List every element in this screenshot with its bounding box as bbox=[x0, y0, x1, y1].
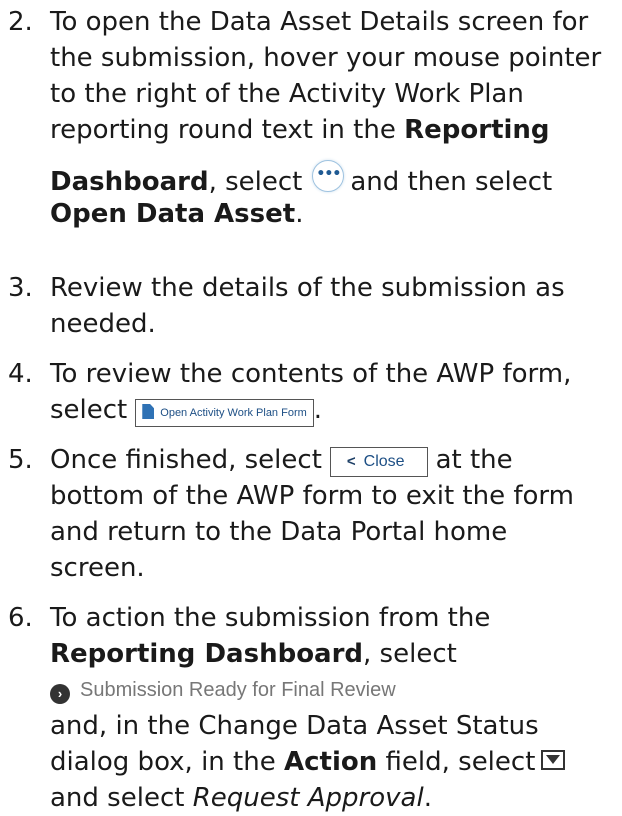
step-line: dialog box, in the Action field, select bbox=[50, 744, 616, 780]
step-line: needed. bbox=[50, 309, 156, 339]
step-line: Open Data Asset. bbox=[50, 199, 304, 229]
step-line: reporting round text in the Reporting bbox=[50, 115, 550, 145]
step-line: Dashboard, select ••• and then select bbox=[50, 160, 616, 197]
step-text: Review the details of the submission as … bbox=[50, 270, 616, 342]
step-line: Reporting Dashboard, select bbox=[50, 639, 457, 669]
step-number: 3. bbox=[8, 273, 33, 303]
more-options-icon[interactable]: ••• bbox=[312, 160, 345, 192]
step-line: and, in the Change Data Asset Status bbox=[50, 711, 539, 741]
chevron-left-icon: < bbox=[346, 453, 356, 470]
step-line: select Open Activity Work Plan Form. bbox=[50, 395, 323, 427]
reporting-term: Reporting bbox=[404, 115, 550, 145]
chevron-right-circle-icon: › bbox=[50, 684, 70, 704]
step-line: Review the details of the submission as bbox=[50, 273, 565, 303]
step-line: To review the contents of the AWP form, bbox=[50, 359, 572, 389]
document-icon bbox=[142, 404, 155, 419]
request-approval-term: Request Approval bbox=[192, 783, 424, 813]
step-line: To open the Data Asset Details screen fo… bbox=[50, 7, 589, 37]
reporting-dashboard-term: Reporting Dashboard bbox=[50, 639, 364, 669]
step-line: and return to the Data Portal home bbox=[50, 517, 508, 547]
step-text: Once finished, select < Close at the bottom… bbox=[50, 442, 616, 586]
step-line: To action the submission from the bbox=[50, 603, 491, 633]
step-line: to the right of the Activity Work Plan bbox=[50, 79, 524, 109]
step-line: screen. bbox=[50, 553, 145, 583]
dashboard-term: Dashboard bbox=[50, 167, 209, 197]
action-term: Action bbox=[284, 747, 378, 777]
step-text: To open the Data Asset Details screen fo… bbox=[50, 4, 616, 232]
step-line: Once finished, select < Close at the bbox=[50, 445, 513, 477]
step-number: 4. bbox=[8, 359, 33, 389]
dropdown-arrow-icon[interactable] bbox=[541, 750, 566, 770]
step-text: To action the submission from the Report… bbox=[50, 600, 616, 816]
step-line: bottom of the AWP form to exit the form bbox=[50, 481, 574, 511]
open-activity-work-plan-form-button[interactable]: Open Activity Work Plan Form bbox=[135, 399, 314, 427]
step-line: the submission, hover your mouse pointer bbox=[50, 43, 602, 73]
step-number: 2. bbox=[8, 7, 33, 37]
step-text: To review the contents of the AWP form, … bbox=[50, 356, 616, 428]
step-number: 6. bbox=[8, 603, 33, 633]
close-button[interactable]: < Close bbox=[329, 447, 428, 477]
step-number: 5. bbox=[8, 445, 33, 475]
status-link[interactable]: › Submission Ready for Final Review bbox=[50, 672, 616, 708]
open-data-asset-term: Open Data Asset bbox=[50, 199, 296, 229]
step-line: and select Request Approval. bbox=[50, 783, 432, 813]
